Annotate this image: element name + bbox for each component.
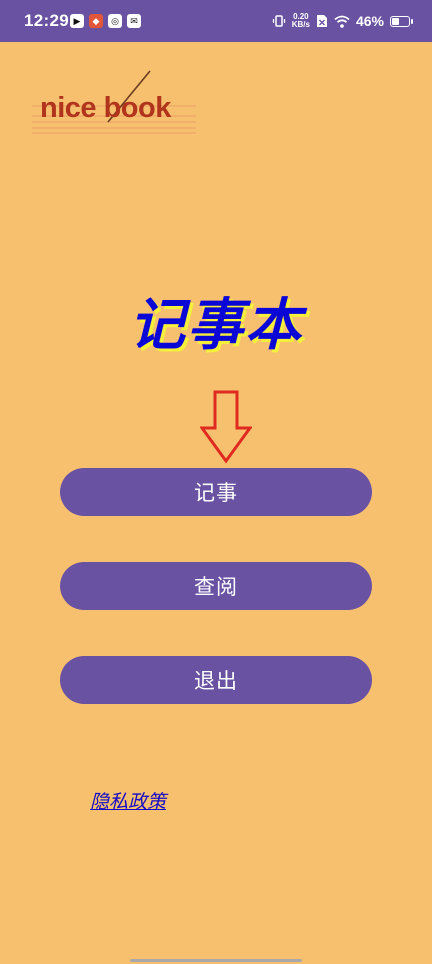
no-sim-icon: [316, 15, 327, 27]
store-app-icon: ◆: [89, 14, 103, 28]
status-right: 0.20 KB/s 46%: [272, 13, 413, 29]
battery-icon: [390, 15, 413, 27]
exit-button[interactable]: 退出: [60, 656, 372, 704]
notification-icons: ▶ ◆ ◎ ✉: [70, 14, 141, 28]
record-button[interactable]: 记事: [60, 468, 372, 516]
weibo-app-icon: ◎: [108, 14, 122, 28]
privacy-policy-link[interactable]: 隐私政策: [90, 787, 166, 814]
app-title: 记事本: [129, 293, 303, 358]
wifi-icon: [334, 15, 350, 28]
app-logo: nice book: [28, 70, 203, 140]
view-button[interactable]: 查阅: [60, 562, 372, 610]
net-speed-unit: KB/s: [291, 20, 310, 29]
message-app-icon: ✉: [127, 14, 141, 28]
battery-percent: 46%: [355, 13, 384, 29]
down-arrow-icon: [200, 390, 252, 464]
status-bar: 12:29 ▶ ◆ ◎ ✉ 0.20 KB/s 46%: [0, 0, 432, 42]
home-indicator[interactable]: [130, 959, 302, 962]
status-time: 12:29: [24, 11, 69, 30]
video-app-icon: ▶: [70, 14, 84, 28]
vibrate-icon: [272, 15, 285, 27]
logo-text: nice book: [40, 92, 171, 124]
net-speed: 0.20 KB/s: [292, 13, 310, 29]
